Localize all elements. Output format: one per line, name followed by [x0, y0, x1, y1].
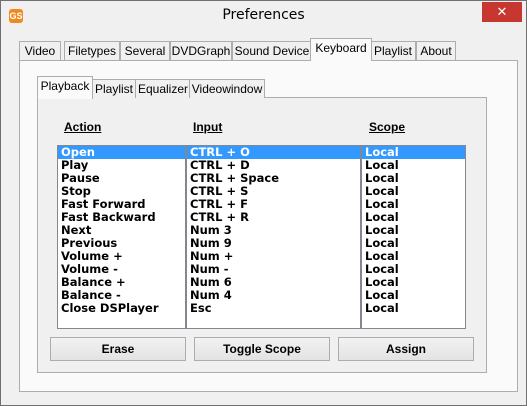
tab-about[interactable]: About: [416, 41, 456, 60]
close-button[interactable]: ✕: [482, 2, 522, 22]
input-item[interactable]: Num 4: [187, 289, 360, 302]
action-list[interactable]: Open Play Pause Stop Fast Forward Fast Backwa…: [57, 145, 186, 329]
input-column-header: Input: [193, 120, 223, 134]
inner-tab-equalizer[interactable]: Equalizer: [135, 79, 191, 98]
scope-column-header: Scope: [369, 120, 406, 134]
dialog-client-area: Video Filetypes Several DVDGraph Sound D…: [9, 31, 518, 397]
close-icon: ✕: [496, 4, 508, 19]
inner-tab-videowindow[interactable]: Videowindow: [189, 79, 265, 98]
preferences-window: GS Preferences ✕ Video Filetypes Several…: [0, 0, 527, 406]
title-bar[interactable]: GS Preferences ✕: [1, 1, 526, 31]
toggle-scope-button[interactable]: Toggle Scope: [194, 337, 330, 361]
inner-tab-playlist[interactable]: Playlist: [91, 79, 137, 98]
tab-several[interactable]: Several: [120, 41, 170, 60]
input-item[interactable]: Esc: [187, 302, 360, 315]
erase-button[interactable]: Erase: [50, 337, 186, 361]
action-item[interactable]: Close DSPlayer: [58, 302, 185, 315]
tab-playlist[interactable]: Playlist: [370, 41, 416, 60]
scope-list[interactable]: Local Local Local Local Local Local Local Local…: [361, 145, 466, 329]
tab-keyboard[interactable]: Keyboard: [310, 38, 372, 61]
scope-item[interactable]: Local: [362, 302, 465, 315]
input-list[interactable]: CTRL + O CTRL + D CTRL + Space CTRL + S CTRL…: [186, 145, 361, 329]
tab-dvdgraph[interactable]: DVDGraph: [170, 41, 232, 60]
tab-video[interactable]: Video: [19, 41, 61, 60]
inner-tab-playback[interactable]: Playback: [37, 76, 93, 99]
assign-button[interactable]: Assign: [338, 337, 474, 361]
tab-filetypes[interactable]: Filetypes: [64, 41, 120, 60]
action-column-header: Action: [64, 120, 102, 134]
window-title: Preferences: [222, 7, 305, 23]
tab-sound-device[interactable]: Sound Device: [232, 41, 312, 60]
